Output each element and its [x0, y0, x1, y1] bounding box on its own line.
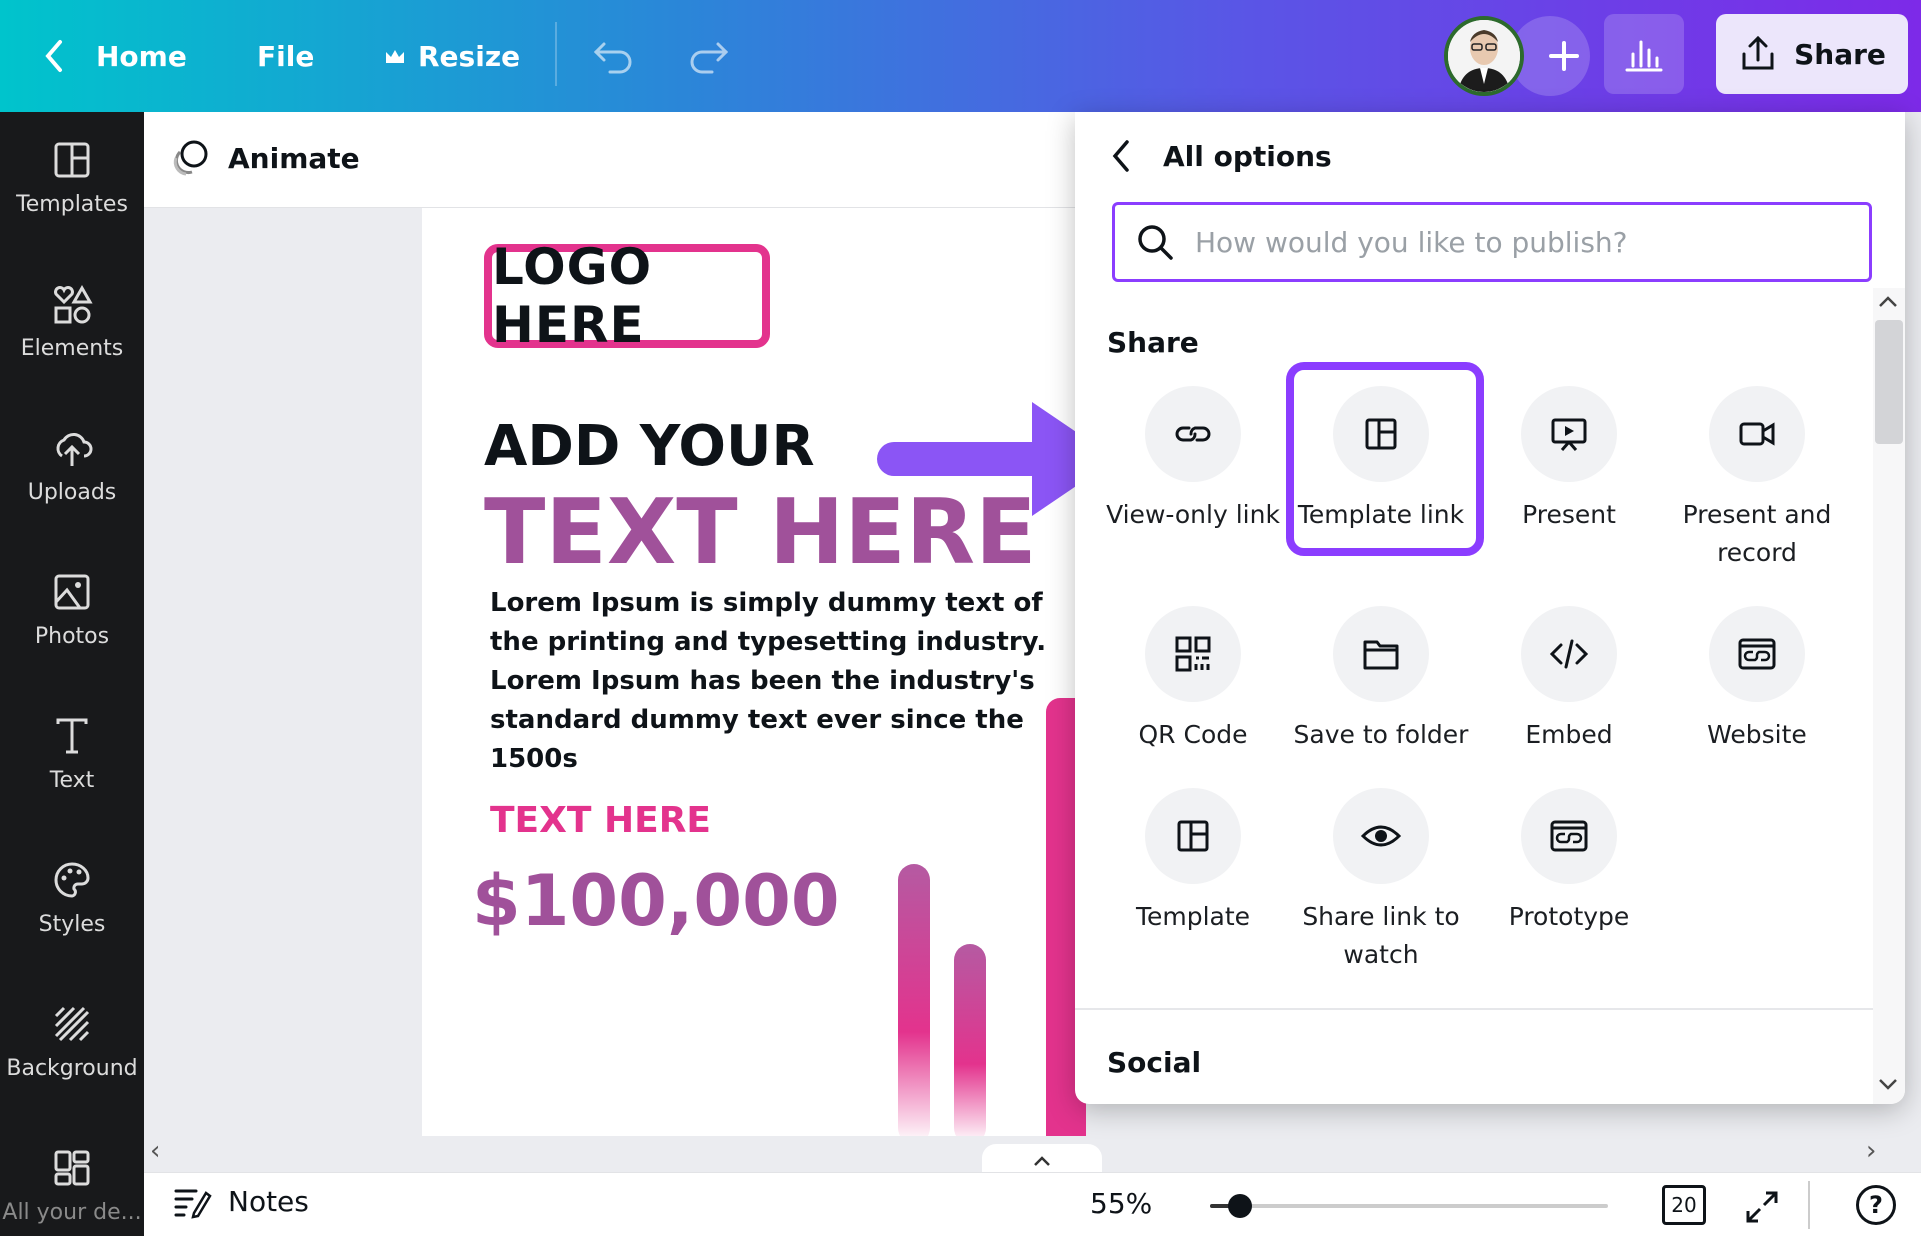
chevron-up-icon [1034, 1156, 1050, 1166]
publish-search-box[interactable] [1112, 202, 1872, 282]
scroll-right-icon[interactable]: › [1866, 1136, 1876, 1166]
option-website[interactable]: Website [1662, 606, 1852, 754]
editor-toolbar: Animate [144, 112, 1079, 208]
home-button[interactable]: Home [96, 0, 187, 112]
user-photo-icon [1448, 20, 1520, 92]
sidebar-item-styles[interactable]: Styles [0, 832, 144, 962]
undo-icon [593, 42, 632, 74]
scroll-down-icon[interactable] [1877, 1076, 1899, 1092]
code-icon [1549, 639, 1589, 669]
sidebar-item-elements[interactable]: Elements [0, 256, 144, 386]
share-section-title: Share [1107, 326, 1199, 359]
background-icon [54, 1006, 90, 1041]
toolbar-divider [555, 22, 557, 86]
crown-icon [386, 50, 404, 63]
top-bar: Home File Resize Share [0, 0, 1921, 112]
link-icon [1175, 426, 1211, 442]
resize-button[interactable]: Resize [384, 0, 520, 112]
option-share-link-to-watch[interactable]: Share link to watch [1286, 788, 1476, 974]
decorative-bar [954, 944, 986, 1136]
panel-scrollbar[interactable] [1873, 288, 1905, 1104]
redo-icon [690, 42, 729, 74]
page-toggle-tab[interactable] [982, 1144, 1102, 1172]
bar-chart-icon [1625, 40, 1663, 72]
body-text[interactable]: Lorem Ipsum is simply dummy text of the … [490, 584, 1050, 779]
undo-button[interactable] [592, 0, 636, 112]
option-view-only-link[interactable]: View-only link [1098, 386, 1288, 534]
chevron-left-icon [45, 40, 62, 72]
back-chevron-icon[interactable] [1109, 138, 1133, 174]
share-options-panel: All options Share View-only link Templat… [1075, 112, 1905, 1104]
scroll-left-icon[interactable]: ‹ [150, 1136, 160, 1166]
page-count-button[interactable]: 20 [1662, 1185, 1706, 1225]
panel-title: All options [1163, 139, 1332, 173]
subheading-text-here[interactable]: TEXT HERE [490, 800, 711, 841]
sidebar-item-photos[interactable]: Photos [0, 544, 144, 674]
folder-icon [1363, 640, 1399, 670]
photos-icon [54, 574, 90, 609]
option-save-to-folder[interactable]: Save to folder [1286, 606, 1476, 754]
price-text[interactable]: $100,000 [472, 860, 840, 942]
panel-scrollbar-thumb[interactable] [1875, 320, 1903, 444]
share-upload-icon [1742, 35, 1774, 70]
template-icon [1177, 820, 1209, 852]
template-icon [1365, 418, 1397, 450]
fullscreen-icon[interactable] [1742, 1187, 1782, 1227]
animate-button[interactable]: Animate [170, 136, 360, 180]
sidebar-item-text[interactable]: Text [0, 688, 144, 818]
bottom-divider [1808, 1181, 1810, 1229]
sidebar-item-templates[interactable]: Templates [0, 112, 144, 242]
video-camera-icon [1739, 422, 1775, 446]
horizontal-scrollbar[interactable]: ‹ › [144, 1136, 1921, 1172]
zoom-level[interactable]: 55% [1090, 1187, 1152, 1220]
sidebar-item-background[interactable]: Background [0, 976, 144, 1106]
left-sidebar: Templates Elements Uploads Photos Text S… [0, 112, 144, 1236]
elements-icon [54, 284, 93, 323]
option-template-link[interactable]: Template link [1286, 386, 1476, 534]
design-canvas[interactable]: LOGO HERE ADD YOUR TEXT HERE Lorem Ipsum… [422, 208, 1079, 1136]
panel-header: All options [1109, 138, 1332, 174]
scroll-up-icon[interactable] [1877, 294, 1899, 310]
redo-button[interactable] [686, 0, 730, 112]
text-icon [56, 718, 88, 753]
animate-icon [173, 140, 208, 176]
qr-code-icon [1175, 636, 1211, 672]
insights-button[interactable] [1604, 14, 1684, 94]
prototype-icon [1550, 820, 1588, 852]
palette-icon [54, 861, 90, 898]
notes-icon [174, 1189, 212, 1219]
publish-search-input[interactable] [1195, 225, 1835, 259]
section-divider [1075, 1008, 1873, 1010]
avatar[interactable] [1444, 16, 1524, 96]
back-button[interactable] [40, 0, 70, 112]
social-section-title: Social [1107, 1046, 1202, 1079]
heading-add-your[interactable]: ADD YOUR [484, 414, 815, 479]
zoom-slider-track[interactable] [1210, 1204, 1608, 1208]
sidebar-item-all-designs[interactable]: All your de... [0, 1120, 144, 1236]
logo-placeholder[interactable]: LOGO HERE [484, 238, 770, 354]
search-icon [1138, 225, 1173, 260]
zoom-slider-handle[interactable] [1228, 1194, 1252, 1218]
option-qr-code[interactable]: QR Code [1098, 606, 1288, 754]
all-designs-icon [54, 1150, 90, 1185]
notes-button[interactable]: Notes [172, 1183, 309, 1219]
option-present[interactable]: Present [1474, 386, 1664, 534]
website-icon [1738, 638, 1776, 670]
sidebar-item-uploads[interactable]: Uploads [0, 400, 144, 530]
present-icon [1551, 418, 1587, 451]
help-button[interactable]: ? [1856, 1185, 1896, 1225]
option-template[interactable]: Template [1098, 788, 1288, 936]
plus-icon [1549, 41, 1579, 71]
eye-icon [1360, 825, 1402, 847]
decorative-bar [898, 864, 930, 1136]
templates-icon [54, 142, 90, 177]
option-prototype[interactable]: Prototype [1474, 788, 1664, 936]
share-button[interactable]: Share [1716, 14, 1908, 94]
option-embed[interactable]: Embed [1474, 606, 1664, 754]
option-present-and-record[interactable]: Present and record [1662, 386, 1852, 572]
bottom-bar: Notes 55% 20 ? [144, 1172, 1921, 1236]
upload-icon [56, 432, 93, 466]
file-menu-button[interactable]: File [257, 0, 314, 112]
